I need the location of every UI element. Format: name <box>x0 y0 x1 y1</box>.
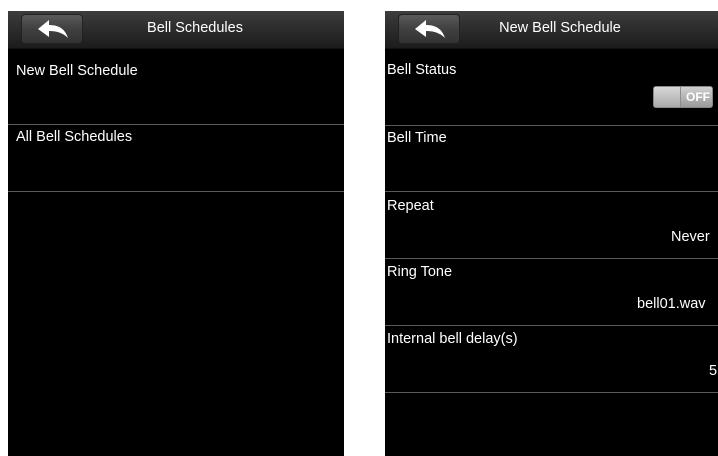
field-label: Repeat <box>387 198 434 214</box>
back-button[interactable] <box>21 14 83 44</box>
field-value: 5 <box>709 363 718 379</box>
menu-item-new-bell-schedule[interactable]: New Bell Schedule <box>8 60 344 125</box>
field-value: bell01.wav <box>637 296 706 312</box>
divider <box>8 191 344 192</box>
toggle-knob <box>654 87 681 107</box>
divider <box>385 392 718 393</box>
field-label: Internal bell delay(s) <box>387 331 518 347</box>
menu-item-label: New Bell Schedule <box>16 63 138 79</box>
title-bar: Bell Schedules <box>8 11 344 49</box>
back-arrow-icon <box>415 20 445 38</box>
divider <box>8 124 344 125</box>
field-value: Never <box>671 229 710 245</box>
menu-item-label: All Bell Schedules <box>16 129 133 145</box>
field-internal-bell-delay[interactable]: Internal bell delay(s) 5 <box>385 326 718 392</box>
page-title: New Bell Schedule <box>499 20 621 36</box>
new-bell-schedule-screen: New Bell Schedule Bell Status OFF Bell T… <box>385 11 718 456</box>
toggle-state-label: OFF <box>686 90 710 104</box>
bell-status-toggle[interactable]: OFF <box>653 86 713 108</box>
page-title: Bell Schedules <box>147 20 243 36</box>
menu-item-all-bell-schedules[interactable]: All Bell Schedules <box>8 126 344 191</box>
title-bar: New Bell Schedule <box>385 11 718 49</box>
field-ring-tone[interactable]: Ring Tone bell01.wav <box>385 259 718 325</box>
bell-schedules-screen: Bell Schedules New Bell Schedule All Bel… <box>8 11 344 456</box>
toggle-track: OFF <box>681 87 712 107</box>
field-bell-time[interactable]: Bell Time <box>385 126 718 191</box>
field-bell-status[interactable]: Bell Status OFF <box>385 59 718 125</box>
field-label: Ring Tone <box>387 264 453 280</box>
field-repeat[interactable]: Repeat Never <box>385 192 718 258</box>
field-label: Bell Time <box>387 130 447 146</box>
back-button[interactable] <box>398 14 460 44</box>
field-label: Bell Status <box>387 62 457 78</box>
back-arrow-icon <box>38 20 68 38</box>
